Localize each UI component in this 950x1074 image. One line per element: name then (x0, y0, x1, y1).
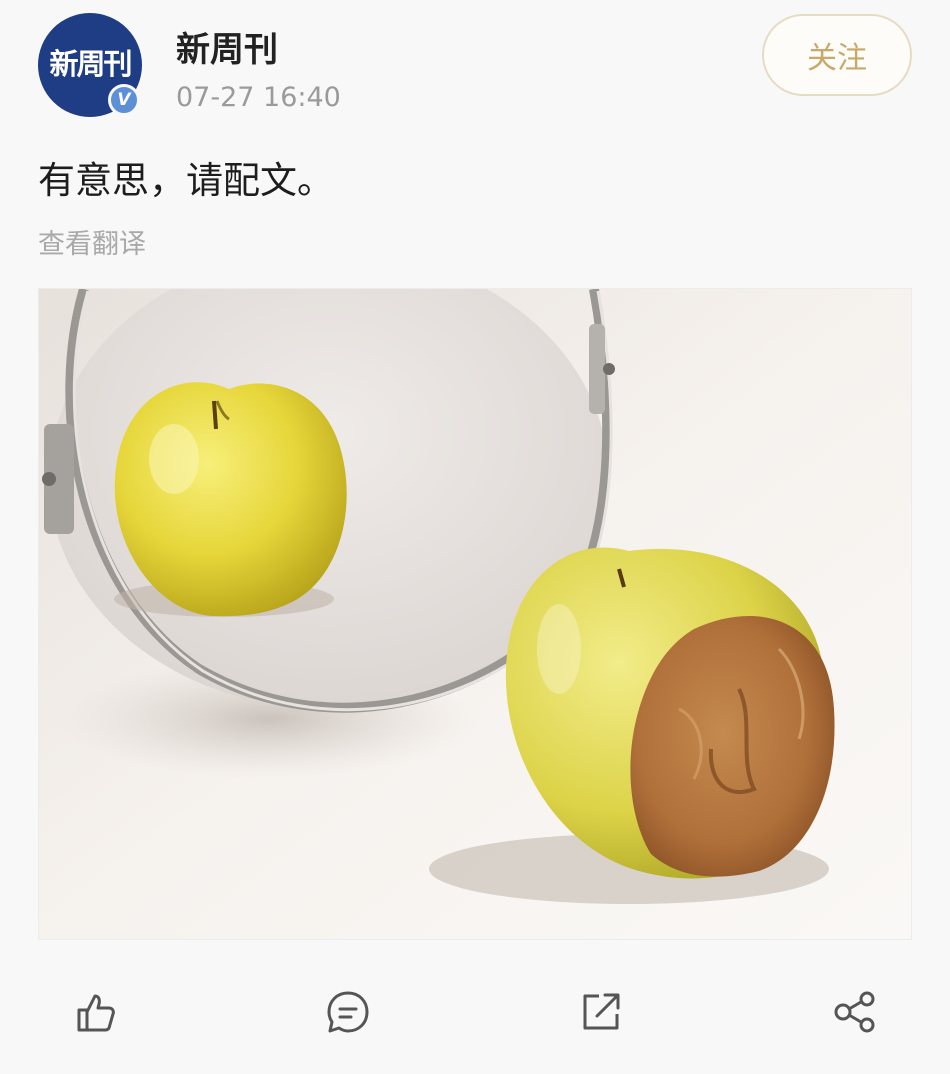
like-button[interactable] (60, 980, 130, 1044)
post-timestamp: 07-27 16:40 (176, 82, 341, 113)
share-box-icon (583, 993, 620, 1030)
follow-button[interactable]: 关注 (762, 14, 912, 96)
translate-link[interactable]: 查看翻译 (38, 222, 146, 261)
post-text: 有意思，请配文。 (38, 159, 334, 202)
follow-button-label: 关注 (807, 41, 867, 76)
repost-button[interactable] (566, 980, 636, 1044)
comment-icon (327, 991, 369, 1033)
reflected-apple (114, 382, 347, 617)
apple-mirror-illustration (39, 289, 911, 939)
share-button[interactable] (820, 980, 890, 1044)
post-image[interactable] (38, 288, 912, 940)
comment-button[interactable] (313, 980, 383, 1044)
post-card: 新周刊 V 新周刊 07-27 16:40 关注 有意思，请配文。 查看翻译 (0, 0, 950, 1074)
verified-mark: V (117, 90, 131, 110)
action-bar (0, 980, 950, 1050)
account-name[interactable]: 新周刊 (176, 22, 278, 71)
thumbs-up-icon (77, 994, 115, 1032)
mirror-clip-right (589, 324, 605, 414)
verified-badge-icon: V (108, 84, 140, 116)
avatar-logo-text: 新周刊 (49, 47, 132, 81)
share-nodes-icon (834, 991, 875, 1033)
